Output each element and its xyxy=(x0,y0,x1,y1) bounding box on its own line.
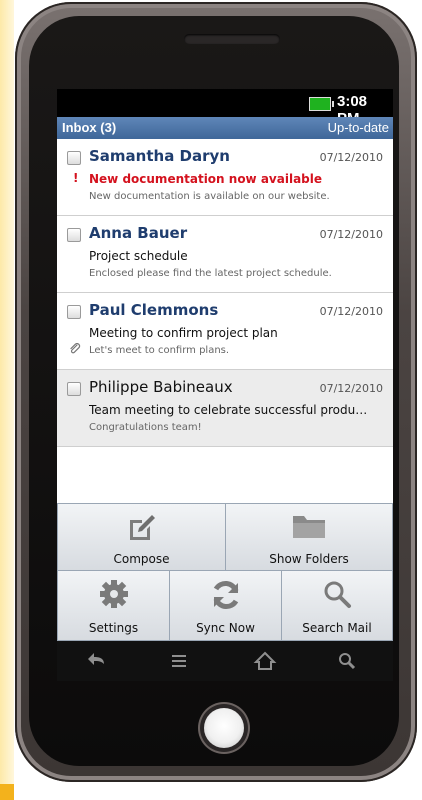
background-strip xyxy=(0,0,14,800)
message-date: 07/12/2010 xyxy=(319,151,383,164)
redacted-status-area xyxy=(61,92,301,114)
paperclip-icon xyxy=(70,343,81,354)
message-row[interactable]: Anna Bauer 07/12/2010 Project schedule E… xyxy=(57,216,393,293)
navigation-bar xyxy=(57,641,393,681)
home-icon[interactable] xyxy=(253,649,277,673)
sync-now-button[interactable]: Sync Now xyxy=(169,570,282,641)
trackball[interactable] xyxy=(204,708,244,748)
message-sender: Anna Bauer xyxy=(89,224,188,242)
compose-button[interactable]: Compose xyxy=(57,503,226,571)
compose-label: Compose xyxy=(113,552,170,566)
message-date: 07/12/2010 xyxy=(319,228,383,241)
message-subject: Team meeting to celebrate successful pro… xyxy=(89,403,368,417)
message-checkbox[interactable] xyxy=(67,228,81,242)
message-preview: Congratulations team! xyxy=(89,422,202,433)
message-sender: Samantha Daryn xyxy=(89,147,230,165)
important-flag-icon: ! xyxy=(73,171,79,185)
search-mail-label: Search Mail xyxy=(302,621,372,635)
inbox-header: Inbox (3) Up-to-date xyxy=(57,117,393,139)
search-icon xyxy=(324,581,351,608)
status-bar: 3:08 PM xyxy=(57,89,393,127)
message-checkbox[interactable] xyxy=(67,151,81,165)
earpiece-speaker xyxy=(184,34,280,44)
search-mail-button[interactable]: Search Mail xyxy=(281,570,393,641)
message-row[interactable]: Samantha Daryn 07/12/2010 ! New document… xyxy=(57,139,393,216)
back-icon[interactable] xyxy=(85,649,109,673)
message-sender: Philippe Babineaux xyxy=(89,378,233,396)
message-checkbox[interactable] xyxy=(67,382,81,396)
sync-icon xyxy=(213,581,238,609)
message-date: 07/12/2010 xyxy=(319,305,383,318)
message-preview: New documentation is available on our we… xyxy=(89,191,330,202)
message-row[interactable]: Paul Clemmons 07/12/2010 Meeting to conf… xyxy=(57,293,393,370)
sync-now-label: Sync Now xyxy=(196,621,255,635)
battery-icon xyxy=(309,97,334,111)
message-sender: Paul Clemmons xyxy=(89,301,219,319)
options-menu: Compose Show Folders Settings Sync Now S… xyxy=(57,503,393,641)
message-preview: Enclosed please find the latest project … xyxy=(89,268,332,279)
message-row[interactable]: Philippe Babineaux 07/12/2010 Team meeti… xyxy=(57,370,393,447)
message-date: 07/12/2010 xyxy=(319,382,383,395)
message-subject: Project schedule xyxy=(89,249,188,263)
compose-icon xyxy=(129,515,155,540)
menu-icon[interactable] xyxy=(167,649,191,673)
settings-label: Settings xyxy=(88,621,139,635)
folder-icon xyxy=(293,516,325,538)
message-checkbox[interactable] xyxy=(67,305,81,319)
show-folders-label: Show Folders xyxy=(269,552,349,566)
inbox-title: Inbox (3) xyxy=(62,120,117,135)
background-corner xyxy=(0,784,14,800)
sync-status: Up-to-date xyxy=(327,120,389,135)
message-preview: Let's meet to confirm plans. xyxy=(89,345,230,356)
show-folders-button[interactable]: Show Folders xyxy=(225,503,393,571)
settings-button[interactable]: Settings xyxy=(57,570,170,641)
phone-screen: 3:08 PM Inbox (3) Up-to-date Samantha Da… xyxy=(57,89,393,641)
message-subject: Meeting to confirm project plan xyxy=(89,326,278,340)
message-subject: New documentation now available xyxy=(89,172,323,186)
gear-icon xyxy=(99,580,128,608)
search-icon[interactable] xyxy=(335,649,359,673)
